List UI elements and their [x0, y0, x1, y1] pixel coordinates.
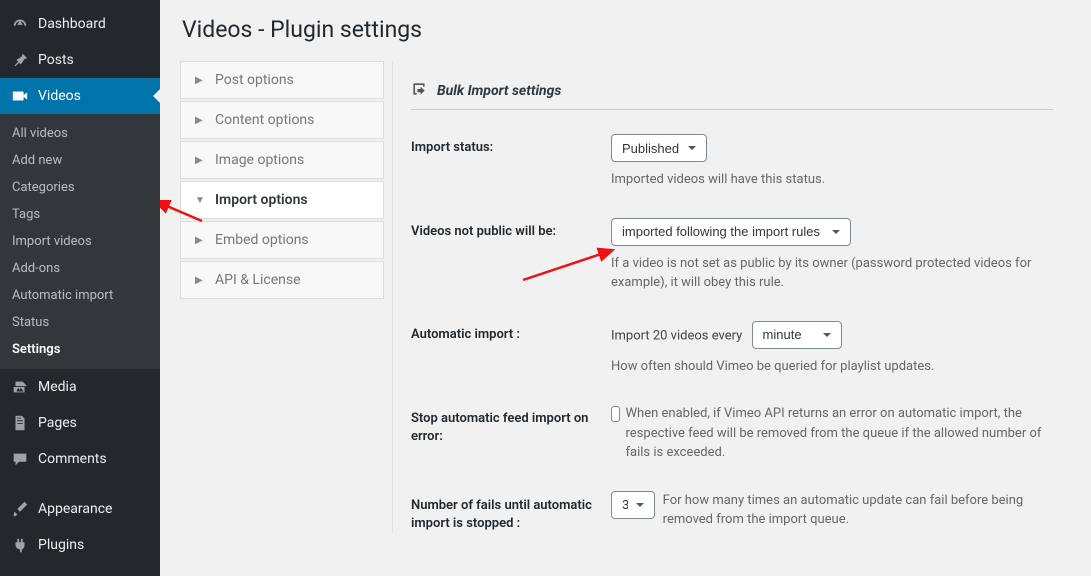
tab-label: Content options: [215, 112, 314, 128]
menu-plugins[interactable]: Plugins: [0, 527, 160, 563]
video-icon: [10, 86, 30, 106]
panel-title: Bulk Import settings: [437, 83, 561, 99]
dashboard-icon: [10, 14, 30, 34]
tab-label: Image options: [215, 152, 304, 168]
menu-label: Posts: [38, 52, 74, 68]
field-label: Import status:: [411, 134, 611, 190]
import-icon: [411, 81, 427, 101]
media-icon: [10, 377, 30, 397]
auto-import-prefix: Import 20 videos every: [611, 328, 742, 343]
field-help: How often should Vimeo be queried for pl…: [611, 357, 1053, 377]
menu-label: Pages: [38, 415, 77, 431]
menu-appearance[interactable]: Appearance: [0, 491, 160, 527]
menu-label: Appearance: [38, 501, 112, 517]
submenu-addons[interactable]: Add-ons: [0, 255, 160, 282]
submenu-categories[interactable]: Categories: [0, 174, 160, 201]
caret-right-icon: ▶: [195, 275, 205, 286]
comment-icon: [10, 449, 30, 469]
menu-media[interactable]: Media: [0, 369, 160, 405]
submenu-tags[interactable]: Tags: [0, 201, 160, 228]
import-status-select[interactable]: Published: [611, 134, 707, 162]
page-icon: [10, 413, 30, 433]
submenu-videos: All videos Add new Categories Tags Impor…: [0, 114, 160, 369]
menu-videos[interactable]: Videos: [0, 78, 160, 114]
auto-import-interval-select[interactable]: minute: [752, 321, 842, 349]
submenu-status[interactable]: Status: [0, 309, 160, 336]
menu-label: Dashboard: [38, 16, 106, 32]
caret-right-icon: ▶: [195, 235, 205, 246]
submenu-automatic-import[interactable]: Automatic import: [0, 282, 160, 309]
menu-pages[interactable]: Pages: [0, 405, 160, 441]
field-help: For how many times an automatic update c…: [663, 491, 1053, 530]
menu-label: Media: [38, 379, 77, 395]
tab-post-options[interactable]: ▶ Post options: [180, 61, 384, 99]
field-stop-on-error: Stop automatic feed import on error: Whe…: [411, 404, 1053, 463]
submenu-all-videos[interactable]: All videos: [0, 120, 160, 147]
page-title: Videos - Plugin settings: [182, 16, 1071, 43]
caret-right-icon: ▶: [195, 115, 205, 126]
field-label: Automatic import :: [411, 321, 611, 377]
field-automatic-import: Automatic import : Import 20 videos ever…: [411, 321, 1053, 377]
tab-label: Import options: [215, 192, 308, 208]
field-help: Imported videos will have this status.: [611, 170, 1053, 190]
tab-label: Embed options: [215, 232, 309, 248]
pin-icon: [10, 50, 30, 70]
fail-count-select[interactable]: 3: [611, 491, 655, 519]
submenu-add-new[interactable]: Add new: [0, 147, 160, 174]
panel-header: Bulk Import settings: [411, 81, 1053, 110]
field-help: If a video is not set as public by its o…: [611, 254, 1053, 293]
caret-down-icon: ▼: [195, 195, 205, 206]
menu-posts[interactable]: Posts: [0, 42, 160, 78]
tab-content-options[interactable]: ▶ Content options: [180, 101, 384, 139]
caret-right-icon: ▶: [195, 155, 205, 166]
settings-tabs: ▶ Post options ▶ Content options ▶ Image…: [180, 61, 384, 533]
field-import-status: Import status: Published Imported videos…: [411, 134, 1053, 190]
main-content: Videos - Plugin settings ▶ Post options …: [160, 0, 1091, 576]
settings-panel: Bulk Import settings Import status: Publ…: [392, 61, 1071, 533]
field-label: Videos not public will be:: [411, 218, 611, 293]
admin-sidebar: Dashboard Posts Videos All videos Add ne…: [0, 0, 160, 576]
field-help: When enabled, if Vimeo API returns an er…: [626, 404, 1053, 463]
menu-label: Videos: [38, 88, 81, 104]
not-public-select[interactable]: imported following the import rules: [611, 218, 851, 246]
tab-import-options[interactable]: ▼ Import options: [180, 181, 384, 219]
submenu-import-videos[interactable]: Import videos: [0, 228, 160, 255]
tab-label: API & License: [215, 272, 301, 288]
tab-label: Post options: [215, 72, 294, 88]
tab-embed-options[interactable]: ▶ Embed options: [180, 221, 384, 259]
brush-icon: [10, 499, 30, 519]
tab-api-license[interactable]: ▶ API & License: [180, 261, 384, 299]
field-not-public: Videos not public will be: imported foll…: [411, 218, 1053, 293]
field-fail-count: Number of fails until automatic import i…: [411, 491, 1053, 533]
tab-image-options[interactable]: ▶ Image options: [180, 141, 384, 179]
plug-icon: [10, 535, 30, 555]
field-label: Stop automatic feed import on error:: [411, 404, 611, 463]
menu-label: Comments: [38, 451, 107, 467]
menu-dashboard[interactable]: Dashboard: [0, 6, 160, 42]
field-label: Number of fails until automatic import i…: [411, 491, 611, 533]
submenu-settings[interactable]: Settings: [0, 336, 160, 363]
stop-on-error-checkbox[interactable]: [611, 406, 620, 422]
menu-label: Plugins: [38, 537, 84, 553]
caret-right-icon: ▶: [195, 75, 205, 86]
menu-comments[interactable]: Comments: [0, 441, 160, 477]
